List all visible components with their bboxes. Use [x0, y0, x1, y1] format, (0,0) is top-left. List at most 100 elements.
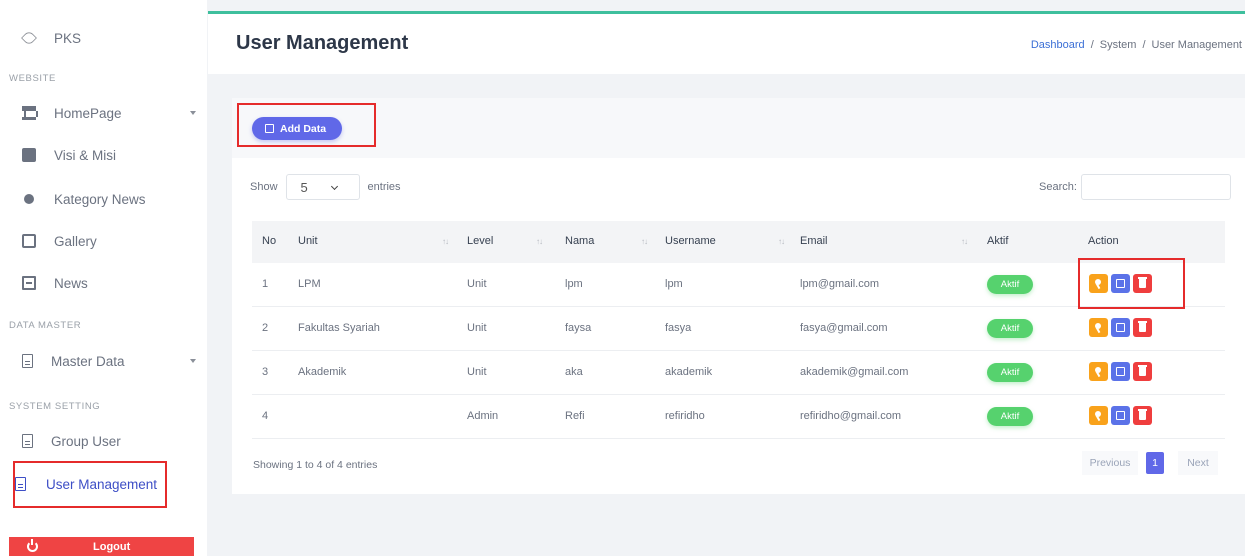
section-data-master: DATA MASTER — [9, 320, 82, 331]
document-icon — [22, 354, 33, 368]
status-badge[interactable]: Aktif — [987, 407, 1033, 426]
table-info: Showing 1 to 4 of 4 entries — [253, 459, 378, 471]
entries-control: Show 5 entries — [250, 174, 401, 200]
cell-level: Admin — [467, 410, 499, 422]
reset-password-button[interactable] — [1089, 318, 1108, 337]
bank-icon — [22, 106, 38, 120]
caret-down-icon — [190, 359, 196, 363]
page-header: User Management Dashboard / System / User Ma… — [208, 14, 1245, 74]
cell-nama: lpm — [565, 278, 583, 290]
sidebar-item-label: Master Data — [51, 353, 125, 369]
cell-email: lpm@gmail.com — [800, 278, 880, 290]
breadcrumb-separator: / — [1142, 39, 1146, 51]
cell-no: 3 — [262, 366, 269, 378]
column-header-no[interactable]: No — [262, 235, 276, 247]
column-header-username[interactable]: Username — [665, 235, 716, 247]
edit-icon — [1116, 323, 1125, 332]
sidebar-item-label: HomePage — [54, 105, 122, 121]
cell-nama: Refi — [565, 410, 585, 422]
sidebar-item-master-data[interactable]: Master Data — [0, 340, 207, 382]
breadcrumb-dashboard[interactable]: Dashboard — [1031, 39, 1085, 51]
sidebar-item-label: News — [54, 275, 88, 291]
cell-unit: Akademik — [298, 366, 347, 378]
cell-nama: aka — [565, 366, 583, 378]
sidebar-item-visi-misi[interactable]: Visi & Misi — [0, 134, 207, 176]
logout-button[interactable]: Logout — [9, 537, 194, 556]
highlight-box — [13, 461, 167, 508]
cell-no: 1 — [262, 278, 269, 290]
entries-value: 5 — [300, 179, 308, 195]
edit-button[interactable] — [1111, 318, 1130, 337]
sidebar-item-gallery[interactable]: Gallery — [0, 220, 207, 262]
reset-password-button[interactable] — [1089, 406, 1108, 425]
edit-icon — [1116, 367, 1125, 376]
cell-email: refiridho@gmail.com — [800, 410, 902, 422]
sidebar-item-group-user[interactable]: Group User — [0, 420, 207, 462]
entries-select[interactable]: 5 — [285, 174, 360, 200]
table-row: 3 Akademik Unit aka akademik akademik@gm… — [252, 351, 1225, 395]
cell-level: Unit — [467, 278, 487, 290]
section-system-setting: SYSTEM SETTING — [9, 401, 101, 412]
reset-password-button[interactable] — [1089, 362, 1108, 381]
cell-level: Unit — [467, 322, 487, 334]
table-header: No Unit ↑↓ Level ↑↓ Nama ↑↓ Username ↑↓ … — [252, 221, 1225, 263]
cell-unit: LPM — [298, 278, 321, 290]
table-row: 4 Admin Refi refiridho refiridho@gmail.c… — [252, 395, 1225, 439]
key-icon — [1095, 367, 1102, 376]
edit-button[interactable] — [1111, 362, 1130, 381]
breadcrumb-current: User Management — [1151, 39, 1243, 51]
sort-icon[interactable]: ↑↓ — [778, 237, 785, 246]
eye-icon — [21, 30, 37, 46]
pagination-previous[interactable]: Previous — [1082, 451, 1138, 475]
image-icon — [22, 234, 36, 248]
card-toolbar: Add Data — [232, 98, 1245, 158]
cell-email: akademik@gmail.com — [800, 366, 909, 378]
column-header-nama[interactable]: Nama — [565, 235, 594, 247]
cell-no: 2 — [262, 322, 269, 334]
column-header-email[interactable]: Email — [800, 235, 828, 247]
sort-icon[interactable]: ↑↓ — [536, 237, 543, 246]
delete-button[interactable] — [1133, 406, 1152, 425]
column-header-level[interactable]: Level — [467, 235, 493, 247]
delete-button[interactable] — [1133, 318, 1152, 337]
key-icon — [1095, 411, 1102, 420]
search-label: Search: — [1039, 181, 1077, 193]
breadcrumb: Dashboard / System / User Management — [1031, 39, 1242, 51]
sidebar-item-homepage[interactable]: HomePage — [0, 92, 207, 134]
brand-link[interactable]: PKS — [0, 17, 207, 59]
cell-no: 4 — [262, 410, 269, 422]
pagination-page-1[interactable]: 1 — [1146, 452, 1164, 474]
sidebar-item-news[interactable]: News — [0, 262, 207, 304]
search-control: Search: — [1039, 174, 1231, 200]
column-header-aktif[interactable]: Aktif — [987, 235, 1008, 247]
delete-button[interactable] — [1133, 362, 1152, 381]
chevron-down-icon — [330, 182, 338, 191]
trash-icon — [1138, 409, 1147, 420]
section-website: WEBSITE — [9, 73, 56, 84]
status-badge[interactable]: Aktif — [987, 363, 1033, 382]
pagination-next[interactable]: Next — [1178, 451, 1218, 475]
sort-icon[interactable]: ↑↓ — [442, 237, 449, 246]
cell-unit: Fakultas Syariah — [298, 322, 380, 334]
cell-nama: faysa — [565, 322, 592, 334]
cell-username: refiridho — [665, 410, 705, 422]
edit-icon — [1116, 411, 1125, 420]
sort-icon[interactable]: ↑↓ — [961, 237, 968, 246]
logout-label: Logout — [93, 540, 131, 553]
cell-username: lpm — [665, 278, 683, 290]
status-badge[interactable]: Aktif — [987, 275, 1033, 294]
key-icon — [1095, 323, 1102, 332]
highlight-box — [1078, 258, 1185, 309]
status-badge[interactable]: Aktif — [987, 319, 1033, 338]
column-header-unit[interactable]: Unit — [298, 235, 318, 247]
sort-icon[interactable]: ↑↓ — [641, 237, 648, 246]
cell-email: fasya@gmail.com — [800, 322, 888, 334]
breadcrumb-separator: / — [1090, 39, 1094, 51]
search-input[interactable] — [1080, 174, 1231, 200]
page-title: User Management — [236, 32, 409, 54]
id-card-icon — [22, 148, 36, 162]
sidebar-item-kategory-news[interactable]: Kategory News — [0, 178, 207, 220]
edit-button[interactable] — [1111, 406, 1130, 425]
entries-label: entries — [367, 181, 401, 193]
cell-level: Unit — [467, 366, 487, 378]
